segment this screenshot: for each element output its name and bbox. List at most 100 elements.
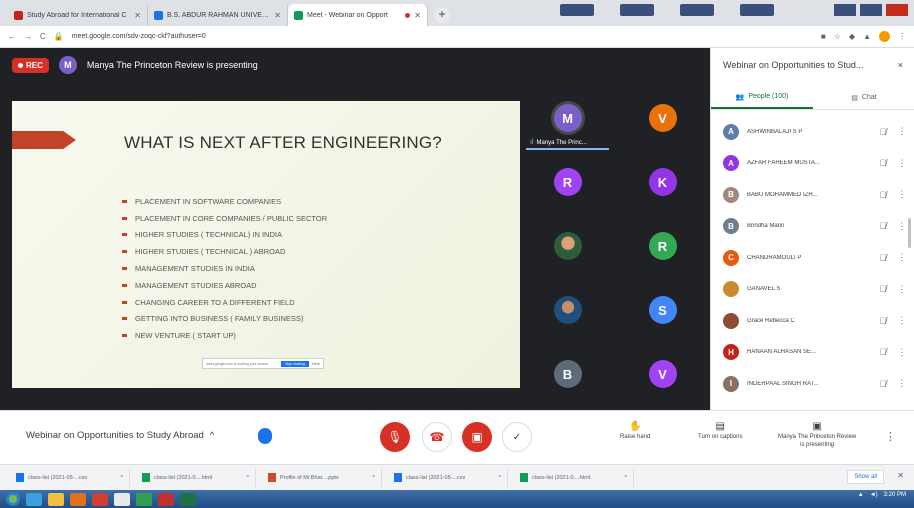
slide-bullet: GETTING INTO BUSINESS ( FAMILY BUSINESS) bbox=[122, 311, 327, 328]
new-tab-button[interactable]: + bbox=[434, 7, 450, 23]
participant-avatar: R bbox=[553, 168, 582, 196]
app-icon[interactable] bbox=[92, 492, 108, 506]
tab-title: Study Abroad for International C bbox=[27, 11, 127, 19]
puzzle-icon[interactable]: ▲ bbox=[863, 32, 871, 41]
captions-button[interactable]: ▤ Turn on captions bbox=[698, 421, 742, 440]
mic-off-button[interactable]: 🎙 bbox=[380, 422, 410, 452]
profile-avatar[interactable] bbox=[879, 31, 890, 42]
chevron-up-icon[interactable]: ^ bbox=[120, 475, 123, 481]
raise-hand-label: Raise hand bbox=[620, 434, 651, 440]
person-name: HANAAN ALHASAN SE... bbox=[747, 349, 817, 356]
minimize-button[interactable] bbox=[834, 4, 856, 16]
star-icon[interactable]: ☆ bbox=[834, 32, 841, 41]
download-item[interactable]: class-list (2021-0....html ^ bbox=[136, 468, 256, 487]
participant-tile[interactable]: R bbox=[520, 150, 615, 214]
more-options-icon[interactable]: ⋮ bbox=[897, 189, 907, 200]
participant-avatar: S bbox=[648, 296, 677, 324]
list-item[interactable]: GANAVEL S 🎙̸ ⋮ bbox=[711, 274, 914, 306]
participant-tile[interactable]: S bbox=[615, 278, 710, 342]
check-button[interactable]: ✓ bbox=[502, 422, 532, 452]
chevron-up-icon[interactable]: ^ bbox=[372, 475, 375, 481]
browser-tab-1[interactable]: Study Abroad for International C ✕ bbox=[8, 4, 148, 26]
participant-tile[interactable]: M ıl Manya The Princ... bbox=[520, 86, 615, 150]
participant-tile[interactable]: B bbox=[520, 342, 615, 406]
more-options-icon[interactable]: ⋮ bbox=[885, 430, 896, 443]
excel-icon[interactable] bbox=[180, 492, 196, 506]
close-tab-icon[interactable]: ✕ bbox=[274, 11, 281, 20]
hide-share-button[interactable]: Hide bbox=[312, 361, 320, 366]
url-field[interactable]: meet.google.com/sdv-zoqc-ckf?authuser=0 bbox=[72, 33, 813, 40]
menu-icon[interactable]: ⋮ bbox=[898, 32, 906, 41]
participant-tile[interactable] bbox=[520, 278, 615, 342]
app-icon[interactable] bbox=[136, 492, 152, 506]
camera-icon[interactable]: ■ bbox=[821, 32, 826, 41]
slide-bullet: NEW VENTURE ( START UP) bbox=[122, 327, 327, 344]
participant-tile[interactable]: V bbox=[615, 342, 710, 406]
list-item[interactable]: B BABU MOHAMMED IZH... 🎙̸ ⋮ bbox=[711, 179, 914, 211]
list-item[interactable]: A ASHWINBALAJI S P 🎙̸ ⋮ bbox=[711, 116, 914, 148]
meeting-details[interactable]: Webinar on Opportunities to Study Abroad… bbox=[26, 430, 214, 441]
maximize-button[interactable] bbox=[860, 4, 882, 16]
tab-people[interactable]: 👥 People (100) bbox=[711, 86, 813, 109]
browser-tab-3-active[interactable]: Meet - Webinar on Opport ✕ bbox=[288, 4, 428, 26]
flag-icon[interactable]: ▲ bbox=[858, 492, 864, 498]
participant-tile[interactable]: K bbox=[615, 150, 710, 214]
download-item[interactable]: Profile of Mr.Bhar....pptx ^ bbox=[262, 468, 382, 487]
more-options-icon[interactable]: ⋮ bbox=[897, 315, 907, 326]
chevron-up-icon[interactable]: ^ bbox=[498, 475, 501, 481]
list-item[interactable]: A AZFAR FAHEEM MUSTA... 🎙̸ ⋮ bbox=[711, 148, 914, 180]
shield-icon[interactable] bbox=[258, 428, 272, 444]
forward-icon[interactable]: → bbox=[24, 32, 32, 41]
list-item[interactable]: I INDERPAAL SINGH RAT... 🎙̸ ⋮ bbox=[711, 368, 914, 400]
participant-tile[interactable]: V bbox=[615, 86, 710, 150]
close-tab-icon[interactable]: ✕ bbox=[134, 11, 141, 20]
chrome-icon[interactable] bbox=[114, 492, 130, 506]
back-icon[interactable]: ← bbox=[8, 32, 16, 41]
stop-sharing-button[interactable]: Stop sharing bbox=[281, 360, 309, 367]
participant-tile[interactable] bbox=[520, 214, 615, 278]
more-options-icon[interactable]: ⋮ bbox=[897, 158, 907, 169]
meeting-controls: Webinar on Opportunities to Study Abroad… bbox=[0, 410, 914, 464]
presenting-button[interactable]: ▣ Manya The Princeton Review is presenti… bbox=[778, 421, 856, 448]
more-options-icon[interactable]: ⋮ bbox=[897, 378, 907, 389]
volume-icon[interactable]: ◄) bbox=[870, 492, 878, 498]
more-options-icon[interactable]: ⋮ bbox=[897, 347, 907, 358]
more-options-icon[interactable]: ⋮ bbox=[897, 221, 907, 232]
app-icon[interactable] bbox=[158, 492, 174, 506]
browser-tab-2[interactable]: B.S. ABDUR RAHMAN UNIVERSI ✕ bbox=[148, 4, 288, 26]
panel-scrollbar[interactable] bbox=[908, 218, 911, 248]
list-item[interactable]: Grace Rebecca C 🎙̸ ⋮ bbox=[711, 305, 914, 337]
people-panel: Webinar on Opportunities to Stud... × 👥 … bbox=[710, 48, 914, 410]
list-item[interactable]: B Brindha Marin 🎙̸ ⋮ bbox=[711, 211, 914, 243]
participant-tile[interactable]: R bbox=[615, 214, 710, 278]
list-item[interactable]: C CHANDRAMOULI P 🎙̸ ⋮ bbox=[711, 242, 914, 274]
more-options-icon[interactable]: ⋮ bbox=[897, 252, 907, 263]
download-item[interactable]: class-list (2021-05-...csv ^ bbox=[10, 468, 130, 487]
presenting-text: Manya The Princeton Review is presenting bbox=[86, 60, 258, 70]
close-window-button[interactable] bbox=[886, 4, 908, 16]
download-item[interactable]: class-list (2021-05-...csv ^ bbox=[388, 468, 508, 487]
chevron-up-icon[interactable]: ^ bbox=[624, 475, 627, 481]
list-item[interactable]: H HANAAN ALHASAN SE... 🎙̸ ⋮ bbox=[711, 337, 914, 369]
more-options-icon[interactable]: ⋮ bbox=[897, 284, 907, 295]
camera-off-button[interactable]: ▣ bbox=[462, 422, 492, 452]
leave-call-button[interactable]: ☎ bbox=[422, 422, 452, 452]
ie-icon[interactable] bbox=[26, 492, 42, 506]
raise-hand-button[interactable]: ✋ Raise hand bbox=[620, 421, 650, 440]
people-list: A ASHWINBALAJI S P 🎙̸ ⋮ A AZFAR FAHEEM M… bbox=[711, 116, 914, 400]
close-icon[interactable]: ✕ bbox=[897, 471, 904, 480]
clock[interactable]: 3:20 PM bbox=[884, 492, 906, 498]
start-button[interactable] bbox=[6, 492, 20, 506]
close-panel-icon[interactable]: × bbox=[898, 60, 903, 70]
tab-people-label: People (100) bbox=[748, 93, 789, 100]
download-item[interactable]: class-list (2021-0....html ^ bbox=[514, 468, 634, 487]
more-options-icon[interactable]: ⋮ bbox=[897, 126, 907, 137]
extension-icon[interactable]: ◆ bbox=[849, 32, 855, 41]
media-icon[interactable] bbox=[70, 492, 86, 506]
folder-icon[interactable] bbox=[48, 492, 64, 506]
show-all-button[interactable]: Show all bbox=[847, 470, 884, 484]
close-tab-icon[interactable]: ✕ bbox=[414, 11, 421, 20]
chevron-up-icon[interactable]: ^ bbox=[246, 475, 249, 481]
reload-icon[interactable]: C bbox=[40, 32, 46, 41]
tab-chat[interactable]: ▤ Chat bbox=[813, 86, 914, 109]
